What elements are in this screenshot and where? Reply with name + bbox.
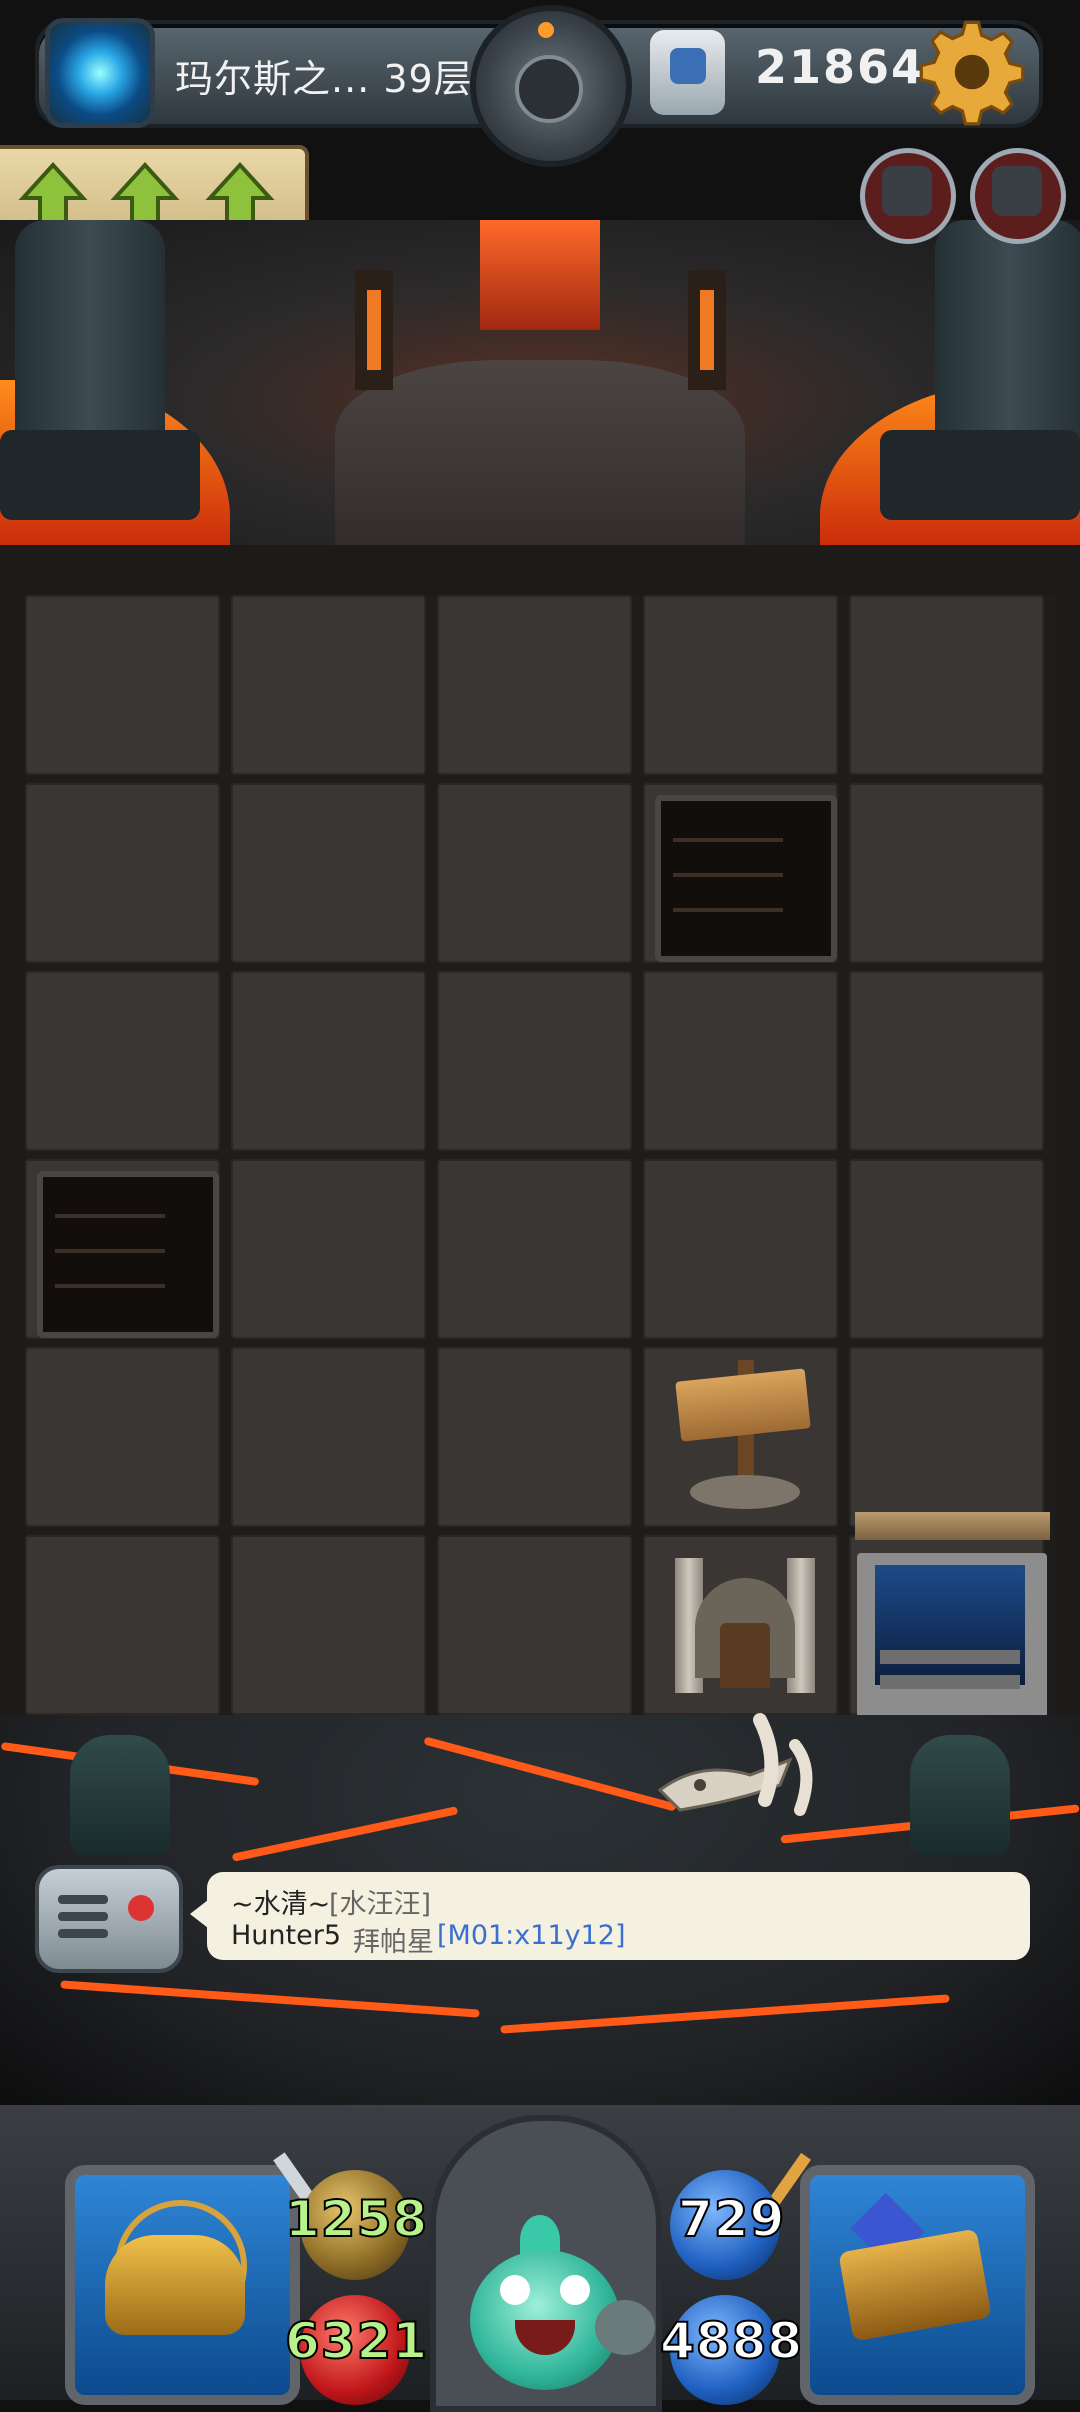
rune-glow-left: [367, 290, 381, 370]
broken-plank: [55, 1284, 165, 1288]
gear-icon[interactable]: [918, 18, 1026, 126]
broken-plank: [673, 838, 783, 842]
monster-status-image: [992, 166, 1042, 216]
stair-step: [880, 1675, 1020, 1689]
broken-plank: [55, 1214, 165, 1218]
defense-value: 729: [677, 2189, 786, 2249]
portal-icon[interactable]: [45, 18, 155, 128]
board-cell[interactable]: [25, 595, 220, 775]
board-cell[interactable]: [437, 1535, 632, 1715]
stair-step: [880, 1650, 1020, 1664]
broken-plank: [55, 1249, 165, 1253]
stairs-portal: [875, 1565, 1025, 1685]
chat-tag-1: [水汪汪]: [329, 1889, 432, 1920]
board-cell[interactable]: [437, 595, 632, 775]
gold-value: 4888: [659, 2311, 804, 2371]
board-cell[interactable]: [231, 1159, 426, 1339]
hp-value: 6321: [284, 2311, 429, 2371]
board-cell[interactable]: [25, 971, 220, 1151]
stone-post-left: [70, 1735, 170, 1855]
broken-floor-icon: [655, 795, 837, 962]
board-cell[interactable]: [231, 783, 426, 963]
board-cell[interactable]: [231, 971, 426, 1151]
board-cell[interactable]: [849, 783, 1044, 963]
hero-eye-right: [560, 2275, 590, 2305]
board-cell[interactable]: [25, 1535, 220, 1715]
hero-eye-left: [500, 2275, 530, 2305]
pet-mouse-icon: [595, 2300, 655, 2355]
chat-bubble[interactable]: ~水清~ [水汪汪] Hunter5 拜帕星 [M01:x11y12]: [207, 1872, 1030, 1960]
board-cell[interactable]: [437, 971, 632, 1151]
broken-plank: [673, 873, 783, 877]
lava-doorway: [480, 220, 600, 330]
board-cell[interactable]: [231, 595, 426, 775]
broken-plank: [673, 908, 783, 912]
board-cell[interactable]: [849, 1159, 1044, 1339]
gold-count: 21864: [755, 40, 926, 94]
game-board[interactable]: [25, 595, 1055, 1715]
board-cell[interactable]: [437, 1347, 632, 1527]
board-cell[interactable]: [849, 595, 1044, 775]
dragon-bones-icon: [657, 1713, 813, 1816]
rune-glow-right: [700, 290, 714, 370]
board-cell[interactable]: [643, 1159, 838, 1339]
chat-sender-2: Hunter5: [231, 1920, 342, 1951]
exit-gate-icon[interactable]: [670, 1548, 820, 1698]
pillar-base-right: [880, 430, 1080, 520]
pillar-base-left: [0, 430, 200, 520]
floor-label[interactable]: 玛尔斯之... 39层: [175, 48, 473, 103]
crest-gem-core: [670, 48, 706, 84]
board-cell[interactable]: [437, 1159, 632, 1339]
chat-button-line: [58, 1895, 108, 1904]
chat-bubble-tail: [190, 1900, 208, 1928]
chat-notification-dot: [128, 1895, 154, 1921]
board-cell[interactable]: [643, 971, 838, 1151]
chat-message-2: 拜帕星: [353, 1927, 434, 1958]
board-cell[interactable]: [231, 1347, 426, 1527]
attack-value: 1258: [284, 2189, 429, 2249]
chat-button[interactable]: [35, 1865, 183, 1973]
broken-floor-icon: [37, 1171, 219, 1338]
board-cell[interactable]: [25, 783, 220, 963]
equipment-helmet-icon: [105, 2235, 245, 2335]
chat-coordinate-link[interactable]: [M01:x11y12]: [437, 1920, 626, 1951]
board-cell[interactable]: [849, 1347, 1044, 1527]
dial-center: [515, 55, 583, 123]
chat-sender-1: ~水清~: [231, 1889, 331, 1920]
stone-post-right: [910, 1735, 1010, 1855]
signpost-rocks: [690, 1475, 800, 1509]
board-cell[interactable]: [643, 595, 838, 775]
wooden-plank: [855, 1512, 1050, 1540]
board-cell[interactable]: [25, 1347, 220, 1527]
stone-floor: [335, 360, 745, 545]
dial-fuse: [538, 22, 554, 38]
board-cell[interactable]: [437, 783, 632, 963]
board-cell[interactable]: [231, 1535, 426, 1715]
gate-door: [720, 1623, 770, 1688]
chat-button-line: [58, 1912, 108, 1921]
board-cell[interactable]: [849, 971, 1044, 1151]
chat-button-line: [58, 1929, 108, 1938]
tower-status-image: [882, 166, 932, 216]
